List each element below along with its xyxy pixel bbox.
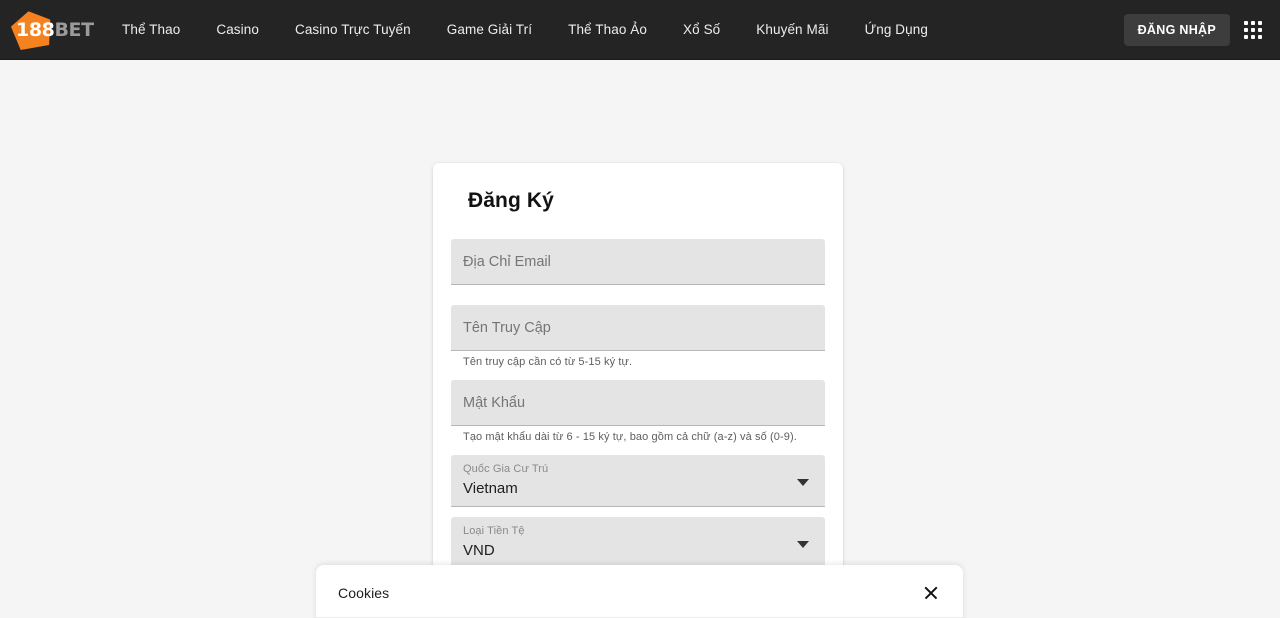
chevron-down-icon <box>797 540 809 548</box>
nav-item-the-thao[interactable]: Thể Thao <box>104 0 198 60</box>
username-field[interactable] <box>451 305 825 351</box>
grid-dot <box>1244 34 1248 39</box>
logo-188bet[interactable]: 188BET <box>10 8 94 52</box>
email-field-group <box>451 239 825 285</box>
password-field[interactable] <box>451 380 825 426</box>
currency-select-label: Loại Tiền Tệ <box>463 525 525 537</box>
grid-dot <box>1258 20 1262 25</box>
email-input[interactable] <box>463 253 813 270</box>
cookies-header: Cookies <box>316 565 963 618</box>
close-icon[interactable] <box>921 583 941 603</box>
currency-select-value: VND <box>463 542 495 559</box>
username-input[interactable] <box>463 319 813 336</box>
chevron-down-icon <box>797 478 809 486</box>
country-select-value: Vietnam <box>463 480 518 497</box>
password-field-group: Tạo mật khẩu dài từ 6 - 15 ký tự, bao gồ… <box>451 380 825 443</box>
registration-card: Đăng Ký Tên truy cập cần có từ 5-15 ký t… <box>433 163 843 601</box>
nav-item-casino-truc-tuyen[interactable]: Casino Trực Tuyến <box>277 0 429 60</box>
grid-dot <box>1251 34 1255 39</box>
nav-item-casino[interactable]: Casino <box>198 0 277 60</box>
password-helper-text: Tạo mật khẩu dài từ 6 - 15 ký tự, bao gồ… <box>463 431 797 443</box>
grid-dots-icon[interactable] <box>1244 20 1262 39</box>
header-actions: ĐĂNG NHẬP <box>1123 13 1268 46</box>
password-input[interactable] <box>463 394 813 411</box>
cookies-banner: Cookies Chúng tôi sử dụng cookies nhằm n… <box>316 565 963 618</box>
email-field[interactable] <box>451 239 825 285</box>
nav-item-ung-dung[interactable]: Ứng Dụng <box>847 0 946 60</box>
site-header: 188BET Thể Thao Casino Casino Trực Tuyến… <box>0 0 1280 60</box>
grid-dot <box>1244 20 1248 25</box>
grid-dot <box>1244 27 1248 32</box>
grid-dot <box>1258 34 1262 39</box>
grid-dot <box>1258 27 1262 32</box>
nav-item-the-thao-ao[interactable]: Thể Thao Ảo <box>550 0 665 60</box>
country-select-label: Quốc Gia Cư Trú <box>463 463 549 475</box>
username-field-group: Tên truy cập cần có từ 5-15 ký tự. <box>451 305 825 368</box>
username-helper-text: Tên truy cập cần có từ 5-15 ký tự. <box>463 356 633 368</box>
grid-dot <box>1251 20 1255 25</box>
page-content: Đăng Ký Tên truy cập cần có từ 5-15 ký t… <box>0 60 1280 618</box>
logo-text-bet: BET <box>54 18 94 41</box>
nav-item-khuyen-mai[interactable]: Khuyến Mãi <box>738 0 846 60</box>
logo-text-188: 188 <box>16 18 55 41</box>
main-navigation: Thể Thao Casino Casino Trực Tuyến Game G… <box>104 0 1124 60</box>
page-title: Đăng Ký <box>468 189 554 212</box>
nav-item-xo-so[interactable]: Xổ Số <box>665 0 738 60</box>
cookies-title: Cookies <box>338 585 390 601</box>
grid-dot <box>1251 27 1255 32</box>
logo-text: 188BET <box>16 18 94 41</box>
currency-select[interactable]: Loại Tiền Tệ VND <box>451 517 825 569</box>
country-select[interactable]: Quốc Gia Cư Trú Vietnam <box>451 455 825 507</box>
login-button[interactable]: ĐĂNG NHẬP <box>1123 13 1230 46</box>
nav-item-game-giai-tri[interactable]: Game Giải Trí <box>429 0 550 60</box>
